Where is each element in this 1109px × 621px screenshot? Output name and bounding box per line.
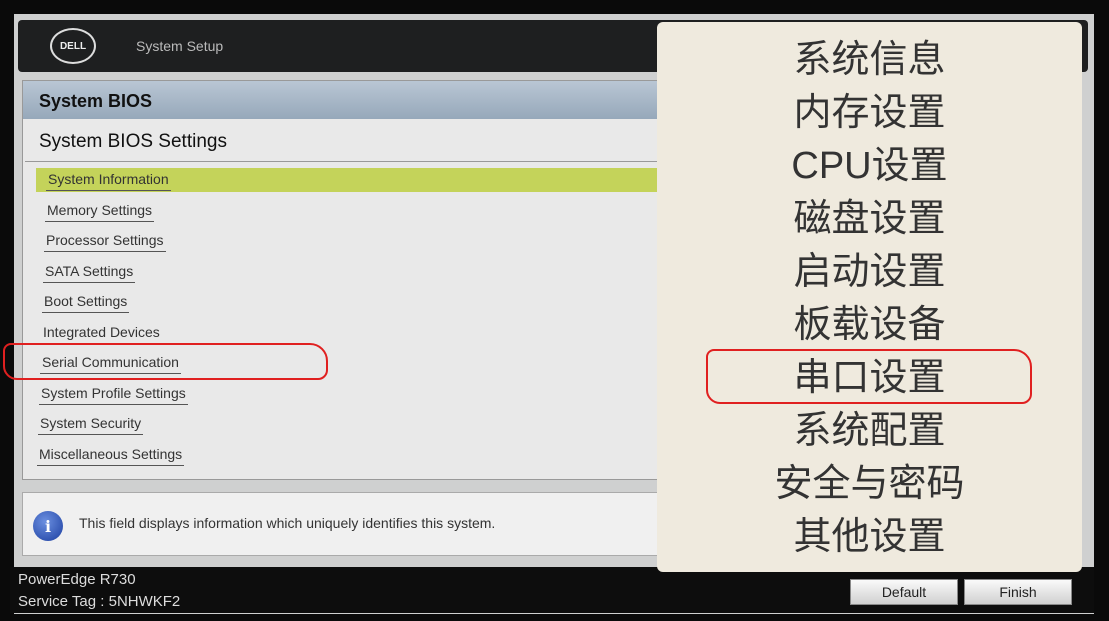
menu-item-label: Memory Settings xyxy=(45,201,155,222)
overlay-item: 其他设置 xyxy=(793,516,946,558)
menu-item[interactable]: Integrated Devices xyxy=(41,321,162,345)
menu-item-label: Boot Settings xyxy=(42,293,130,313)
overlay-item: 板载设备 xyxy=(793,304,946,346)
model-name: PowerEdge R730 xyxy=(18,571,136,588)
default-button[interactable]: Default xyxy=(850,579,958,605)
overlay-item: 启动设置 xyxy=(793,251,946,293)
app-title: System Setup xyxy=(136,38,224,54)
overlay-item: 内存设置 xyxy=(793,92,946,134)
menu-item[interactable]: SATA Settings xyxy=(43,260,136,284)
annotation-circle-serial xyxy=(3,343,328,380)
menu-item[interactable]: Boot Settings xyxy=(42,290,130,314)
menu-item[interactable]: System Profile Settings xyxy=(39,382,188,406)
service-tag: Service Tag : 5NHWKF2 xyxy=(18,593,181,610)
annotation-circle-serial-zh xyxy=(706,349,1032,404)
menu-item[interactable]: Miscellaneous Settings xyxy=(37,443,185,467)
menu-item-label: System Security xyxy=(38,415,144,435)
menu-item[interactable]: Processor Settings xyxy=(44,229,166,253)
menu-item-label: System Information xyxy=(46,171,171,191)
menu-item-label: Integrated Devices xyxy=(41,323,162,344)
menu-item-label: Miscellaneous Settings xyxy=(37,445,185,466)
finish-button[interactable]: Finish xyxy=(964,579,1072,605)
help-text: This field displays information which un… xyxy=(79,515,496,531)
menu-item[interactable]: Memory Settings xyxy=(45,199,155,223)
menu-item[interactable]: System Security xyxy=(38,412,144,436)
overlay-item: 系统信息 xyxy=(793,39,946,81)
overlay-item: CPU设置 xyxy=(791,145,948,187)
menu-item-label: System Profile Settings xyxy=(39,384,188,405)
overlay-item: 磁盘设置 xyxy=(793,198,946,240)
info-icon: i xyxy=(33,511,63,541)
menu-item[interactable]: System Information xyxy=(36,168,676,192)
dell-logo: DELL xyxy=(50,28,96,64)
overlay-item: 安全与密码 xyxy=(774,463,965,505)
translation-overlay: 系统信息 内存设置 CPU设置 磁盘设置 启动设置 板载设备 串口设置 系统配置 安全与密码 其他… xyxy=(657,22,1082,572)
menu-item-label: Processor Settings xyxy=(44,232,166,252)
menu-item-label: SATA Settings xyxy=(43,262,136,283)
overlay-item: 系统配置 xyxy=(793,410,946,452)
footer: PowerEdge R730 Service Tag : 5NHWKF2 Def… xyxy=(10,567,1094,613)
